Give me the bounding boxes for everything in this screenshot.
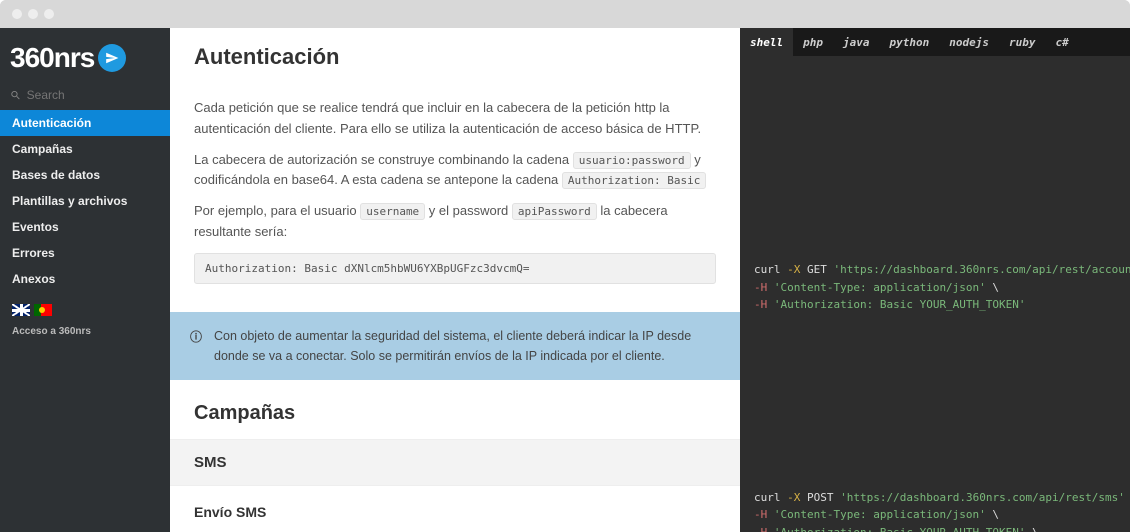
section-title-auth: Autenticación <box>170 28 740 86</box>
code-apipassword: apiPassword <box>512 203 597 220</box>
lang-tab[interactable]: c# <box>1046 28 1079 56</box>
flag-pt-icon[interactable] <box>34 304 52 316</box>
search-input[interactable] <box>27 88 160 102</box>
info-icon: ⓘ <box>190 328 202 347</box>
search-icon <box>10 89 21 101</box>
code-user-pass: usuario:password <box>573 152 691 169</box>
nav: AutenticaciónCampañasBases de datosPlant… <box>0 110 170 292</box>
language-tabs: shellphpjavapythonnodejsrubyc# <box>740 28 1130 56</box>
subsection-send-sms: Envío SMS <box>170 486 740 526</box>
sidebar-item[interactable]: Eventos <box>0 214 170 240</box>
logo-badge-icon <box>98 44 126 72</box>
sidebar: 360nrs AutenticaciónCampañasBases de dat… <box>0 28 170 532</box>
code-username: username <box>360 203 425 220</box>
auth-paragraph-3: Por ejemplo, para el usuario username y … <box>194 201 716 243</box>
sidebar-item[interactable]: Campañas <box>0 136 170 162</box>
subsection-sms: SMS <box>170 439 740 486</box>
auth-callout: ⓘ Con objeto de aumentar la seguridad de… <box>170 312 740 380</box>
code-auth-basic: Authorization: Basic <box>562 172 706 189</box>
search-box[interactable] <box>0 84 170 110</box>
logo-text: 360nrs <box>10 42 94 74</box>
lang-tab[interactable]: java <box>833 28 880 56</box>
browser-titlebar <box>0 0 1130 28</box>
lang-tab[interactable]: ruby <box>999 28 1046 56</box>
window-dot <box>12 9 22 19</box>
window-dot <box>44 9 54 19</box>
auth-paragraph-2: La cabecera de autorización se construye… <box>194 150 716 192</box>
auth-paragraph-1: Cada petición que se realice tendrá que … <box>194 98 716 140</box>
code-example-auth: curl -X GET 'https://dashboard.360nrs.co… <box>740 251 1130 324</box>
window-dot <box>28 9 38 19</box>
access-link[interactable]: Acceso a 360nrs <box>0 320 170 343</box>
endpoint-row: POST https://dashboard.360nrs.com/api/re… <box>170 526 740 532</box>
content-pane: Autenticación Cada petición que se reali… <box>170 28 740 532</box>
lang-tab[interactable]: nodejs <box>939 28 999 56</box>
code-pane: shellphpjavapythonnodejsrubyc# curl -X G… <box>740 28 1130 532</box>
lang-tab[interactable]: php <box>793 28 833 56</box>
code-example-sms: curl -X POST 'https://dashboard.360nrs.c… <box>740 479 1130 532</box>
sidebar-item[interactable]: Anexos <box>0 266 170 292</box>
logo: 360nrs <box>0 28 170 84</box>
lang-tab[interactable]: python <box>880 28 940 56</box>
sidebar-item[interactable]: Plantillas y archivos <box>0 188 170 214</box>
auth-header-example: Authorization: Basic dXNlcm5hbWU6YXBpUGF… <box>194 253 716 285</box>
language-flags <box>0 292 170 320</box>
sidebar-item[interactable]: Errores <box>0 240 170 266</box>
sidebar-item[interactable]: Bases de datos <box>0 162 170 188</box>
lang-tab[interactable]: shell <box>740 28 793 56</box>
sidebar-item[interactable]: Autenticación <box>0 110 170 136</box>
flag-gb-icon[interactable] <box>12 304 30 316</box>
section-title-campaigns: Campañas <box>170 380 740 439</box>
